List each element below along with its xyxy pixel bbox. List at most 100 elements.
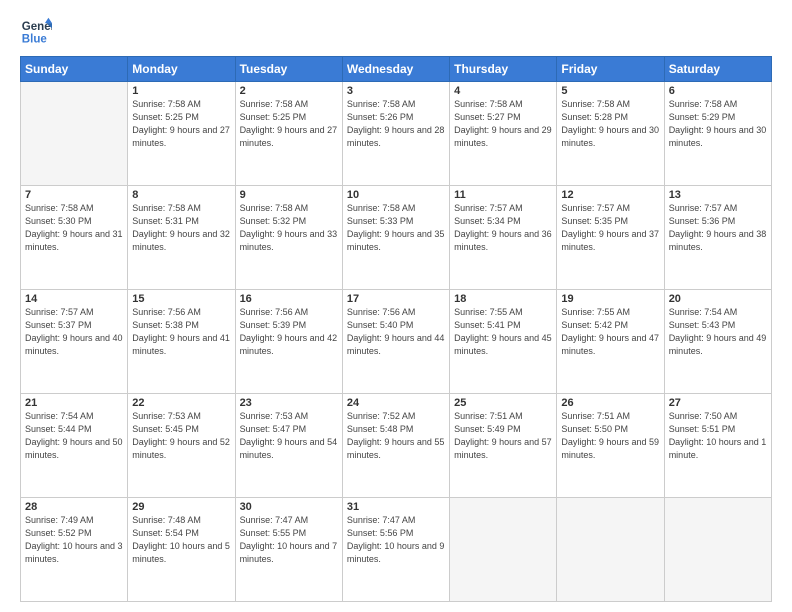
calendar-cell: 25Sunrise: 7:51 AM Sunset: 5:49 PM Dayli… <box>450 394 557 498</box>
calendar-cell: 7Sunrise: 7:58 AM Sunset: 5:30 PM Daylig… <box>21 186 128 290</box>
day-info: Sunrise: 7:58 AM Sunset: 5:32 PM Dayligh… <box>240 202 338 254</box>
day-info: Sunrise: 7:58 AM Sunset: 5:28 PM Dayligh… <box>561 98 659 150</box>
day-number: 11 <box>454 189 552 201</box>
day-info: Sunrise: 7:58 AM Sunset: 5:31 PM Dayligh… <box>132 202 230 254</box>
day-info: Sunrise: 7:58 AM Sunset: 5:26 PM Dayligh… <box>347 98 445 150</box>
calendar-cell: 14Sunrise: 7:57 AM Sunset: 5:37 PM Dayli… <box>21 290 128 394</box>
calendar-cell: 16Sunrise: 7:56 AM Sunset: 5:39 PM Dayli… <box>235 290 342 394</box>
calendar-cell: 20Sunrise: 7:54 AM Sunset: 5:43 PM Dayli… <box>664 290 771 394</box>
day-info: Sunrise: 7:57 AM Sunset: 5:34 PM Dayligh… <box>454 202 552 254</box>
day-info: Sunrise: 7:51 AM Sunset: 5:49 PM Dayligh… <box>454 410 552 462</box>
svg-text:Blue: Blue <box>22 34 48 46</box>
day-number: 8 <box>132 189 230 201</box>
day-number: 26 <box>561 397 659 409</box>
day-number: 27 <box>669 397 767 409</box>
day-info: Sunrise: 7:56 AM Sunset: 5:39 PM Dayligh… <box>240 306 338 358</box>
day-number: 4 <box>454 85 552 97</box>
logo-icon: General Blue <box>20 16 52 48</box>
day-number: 2 <box>240 85 338 97</box>
weekday-header: Wednesday <box>342 57 449 82</box>
header: General Blue <box>20 16 772 48</box>
day-info: Sunrise: 7:55 AM Sunset: 5:42 PM Dayligh… <box>561 306 659 358</box>
day-info: Sunrise: 7:58 AM Sunset: 5:33 PM Dayligh… <box>347 202 445 254</box>
day-number: 25 <box>454 397 552 409</box>
calendar-cell: 4Sunrise: 7:58 AM Sunset: 5:27 PM Daylig… <box>450 82 557 186</box>
day-info: Sunrise: 7:47 AM Sunset: 5:56 PM Dayligh… <box>347 514 445 566</box>
calendar-cell: 18Sunrise: 7:55 AM Sunset: 5:41 PM Dayli… <box>450 290 557 394</box>
day-number: 30 <box>240 501 338 513</box>
week-row: 7Sunrise: 7:58 AM Sunset: 5:30 PM Daylig… <box>21 186 772 290</box>
calendar-cell: 6Sunrise: 7:58 AM Sunset: 5:29 PM Daylig… <box>664 82 771 186</box>
day-number: 5 <box>561 85 659 97</box>
day-info: Sunrise: 7:57 AM Sunset: 5:35 PM Dayligh… <box>561 202 659 254</box>
day-number: 9 <box>240 189 338 201</box>
calendar-cell: 15Sunrise: 7:56 AM Sunset: 5:38 PM Dayli… <box>128 290 235 394</box>
day-number: 13 <box>669 189 767 201</box>
calendar-cell: 21Sunrise: 7:54 AM Sunset: 5:44 PM Dayli… <box>21 394 128 498</box>
day-number: 6 <box>669 85 767 97</box>
calendar-cell: 5Sunrise: 7:58 AM Sunset: 5:28 PM Daylig… <box>557 82 664 186</box>
week-row: 28Sunrise: 7:49 AM Sunset: 5:52 PM Dayli… <box>21 498 772 602</box>
week-row: 1Sunrise: 7:58 AM Sunset: 5:25 PM Daylig… <box>21 82 772 186</box>
day-info: Sunrise: 7:58 AM Sunset: 5:29 PM Dayligh… <box>669 98 767 150</box>
calendar-cell: 31Sunrise: 7:47 AM Sunset: 5:56 PM Dayli… <box>342 498 449 602</box>
weekday-header-row: SundayMondayTuesdayWednesdayThursdayFrid… <box>21 57 772 82</box>
calendar-cell: 24Sunrise: 7:52 AM Sunset: 5:48 PM Dayli… <box>342 394 449 498</box>
day-number: 29 <box>132 501 230 513</box>
day-info: Sunrise: 7:53 AM Sunset: 5:45 PM Dayligh… <box>132 410 230 462</box>
calendar-cell <box>450 498 557 602</box>
day-info: Sunrise: 7:56 AM Sunset: 5:38 PM Dayligh… <box>132 306 230 358</box>
day-info: Sunrise: 7:54 AM Sunset: 5:43 PM Dayligh… <box>669 306 767 358</box>
day-number: 23 <box>240 397 338 409</box>
day-info: Sunrise: 7:58 AM Sunset: 5:27 PM Dayligh… <box>454 98 552 150</box>
day-info: Sunrise: 7:50 AM Sunset: 5:51 PM Dayligh… <box>669 410 767 462</box>
calendar-page: General Blue SundayMondayTuesdayWednesda… <box>0 0 792 612</box>
weekday-header: Thursday <box>450 57 557 82</box>
day-number: 17 <box>347 293 445 305</box>
calendar-cell: 17Sunrise: 7:56 AM Sunset: 5:40 PM Dayli… <box>342 290 449 394</box>
day-info: Sunrise: 7:49 AM Sunset: 5:52 PM Dayligh… <box>25 514 123 566</box>
day-number: 31 <box>347 501 445 513</box>
calendar-cell: 29Sunrise: 7:48 AM Sunset: 5:54 PM Dayli… <box>128 498 235 602</box>
calendar-cell: 19Sunrise: 7:55 AM Sunset: 5:42 PM Dayli… <box>557 290 664 394</box>
day-number: 16 <box>240 293 338 305</box>
day-number: 18 <box>454 293 552 305</box>
day-info: Sunrise: 7:58 AM Sunset: 5:30 PM Dayligh… <box>25 202 123 254</box>
weekday-header: Monday <box>128 57 235 82</box>
day-info: Sunrise: 7:58 AM Sunset: 5:25 PM Dayligh… <box>132 98 230 150</box>
day-info: Sunrise: 7:56 AM Sunset: 5:40 PM Dayligh… <box>347 306 445 358</box>
day-number: 1 <box>132 85 230 97</box>
weekday-header: Saturday <box>664 57 771 82</box>
day-info: Sunrise: 7:52 AM Sunset: 5:48 PM Dayligh… <box>347 410 445 462</box>
week-row: 14Sunrise: 7:57 AM Sunset: 5:37 PM Dayli… <box>21 290 772 394</box>
day-number: 15 <box>132 293 230 305</box>
calendar-cell: 26Sunrise: 7:51 AM Sunset: 5:50 PM Dayli… <box>557 394 664 498</box>
day-info: Sunrise: 7:55 AM Sunset: 5:41 PM Dayligh… <box>454 306 552 358</box>
calendar-cell: 30Sunrise: 7:47 AM Sunset: 5:55 PM Dayli… <box>235 498 342 602</box>
day-info: Sunrise: 7:57 AM Sunset: 5:37 PM Dayligh… <box>25 306 123 358</box>
calendar-cell: 23Sunrise: 7:53 AM Sunset: 5:47 PM Dayli… <box>235 394 342 498</box>
day-info: Sunrise: 7:53 AM Sunset: 5:47 PM Dayligh… <box>240 410 338 462</box>
calendar-cell: 2Sunrise: 7:58 AM Sunset: 5:25 PM Daylig… <box>235 82 342 186</box>
calendar-cell: 28Sunrise: 7:49 AM Sunset: 5:52 PM Dayli… <box>21 498 128 602</box>
weekday-header: Friday <box>557 57 664 82</box>
day-number: 28 <box>25 501 123 513</box>
day-info: Sunrise: 7:48 AM Sunset: 5:54 PM Dayligh… <box>132 514 230 566</box>
day-number: 14 <box>25 293 123 305</box>
day-number: 21 <box>25 397 123 409</box>
calendar-cell: 8Sunrise: 7:58 AM Sunset: 5:31 PM Daylig… <box>128 186 235 290</box>
calendar-cell: 9Sunrise: 7:58 AM Sunset: 5:32 PM Daylig… <box>235 186 342 290</box>
calendar-cell: 27Sunrise: 7:50 AM Sunset: 5:51 PM Dayli… <box>664 394 771 498</box>
calendar-cell: 13Sunrise: 7:57 AM Sunset: 5:36 PM Dayli… <box>664 186 771 290</box>
calendar-table: SundayMondayTuesdayWednesdayThursdayFrid… <box>20 56 772 602</box>
calendar-cell: 10Sunrise: 7:58 AM Sunset: 5:33 PM Dayli… <box>342 186 449 290</box>
calendar-cell: 1Sunrise: 7:58 AM Sunset: 5:25 PM Daylig… <box>128 82 235 186</box>
day-number: 24 <box>347 397 445 409</box>
day-number: 20 <box>669 293 767 305</box>
calendar-cell <box>557 498 664 602</box>
day-info: Sunrise: 7:57 AM Sunset: 5:36 PM Dayligh… <box>669 202 767 254</box>
calendar-cell: 11Sunrise: 7:57 AM Sunset: 5:34 PM Dayli… <box>450 186 557 290</box>
day-number: 12 <box>561 189 659 201</box>
day-info: Sunrise: 7:47 AM Sunset: 5:55 PM Dayligh… <box>240 514 338 566</box>
calendar-cell <box>664 498 771 602</box>
